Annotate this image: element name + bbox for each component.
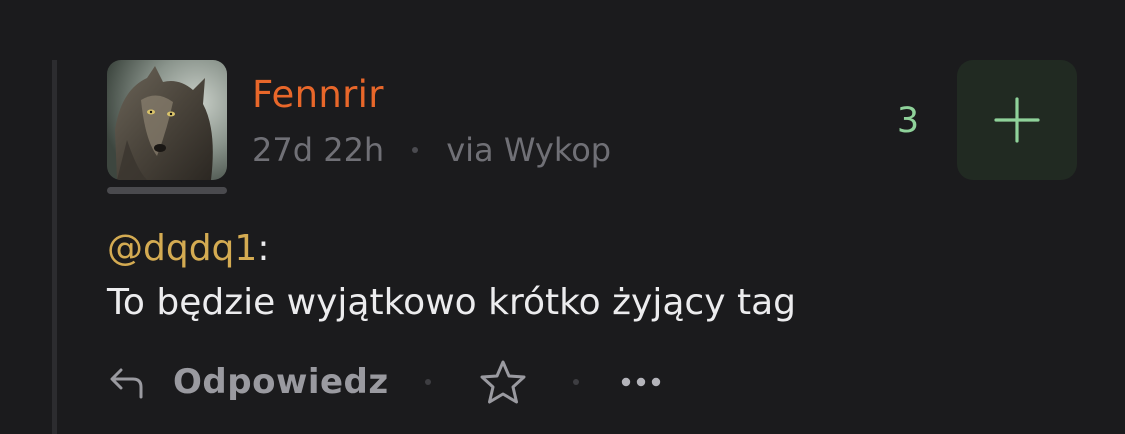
- reply-button[interactable]: Odpowiedz: [107, 362, 389, 402]
- timestamp[interactable]: 27d 22h: [252, 128, 384, 172]
- favorite-button[interactable]: [479, 359, 527, 405]
- avatar-underline: [107, 187, 227, 194]
- comment-text: To będzie wyjątkowo krótko żyjący tag: [107, 282, 796, 323]
- thread-line: [52, 60, 57, 434]
- reply-arrow-icon: [110, 368, 143, 399]
- more-options-button[interactable]: [619, 375, 663, 389]
- star-icon: [480, 360, 526, 404]
- comment-meta: 27d 22h via Wykop: [252, 128, 611, 172]
- source-label: via Wykop: [446, 131, 612, 169]
- action-separator: [572, 379, 579, 385]
- more-dots-icon: [621, 377, 660, 387]
- action-separator: [424, 379, 431, 385]
- comment-actions: Odpowiedz: [107, 352, 663, 412]
- mention-line: @dqdq1:: [107, 222, 796, 276]
- meta-separator: [412, 147, 419, 153]
- avatar[interactable]: [107, 60, 227, 180]
- upvote-button[interactable]: [957, 60, 1077, 180]
- user-mention[interactable]: @dqdq1: [107, 228, 257, 269]
- mention-suffix: :: [257, 228, 270, 269]
- reply-label: Odpowiedz: [173, 362, 389, 402]
- comment-body: @dqdq1: To będzie wyjątkowo krótko żyjąc…: [107, 222, 796, 330]
- vote-count[interactable]: 3: [880, 98, 936, 144]
- comment-card: Fennrir 27d 22h via Wykop 3 @dqdq1: To b…: [0, 0, 1125, 434]
- plus-icon: [994, 97, 1040, 143]
- author-name[interactable]: Fennrir: [252, 72, 384, 118]
- avatar-container[interactable]: [107, 60, 227, 194]
